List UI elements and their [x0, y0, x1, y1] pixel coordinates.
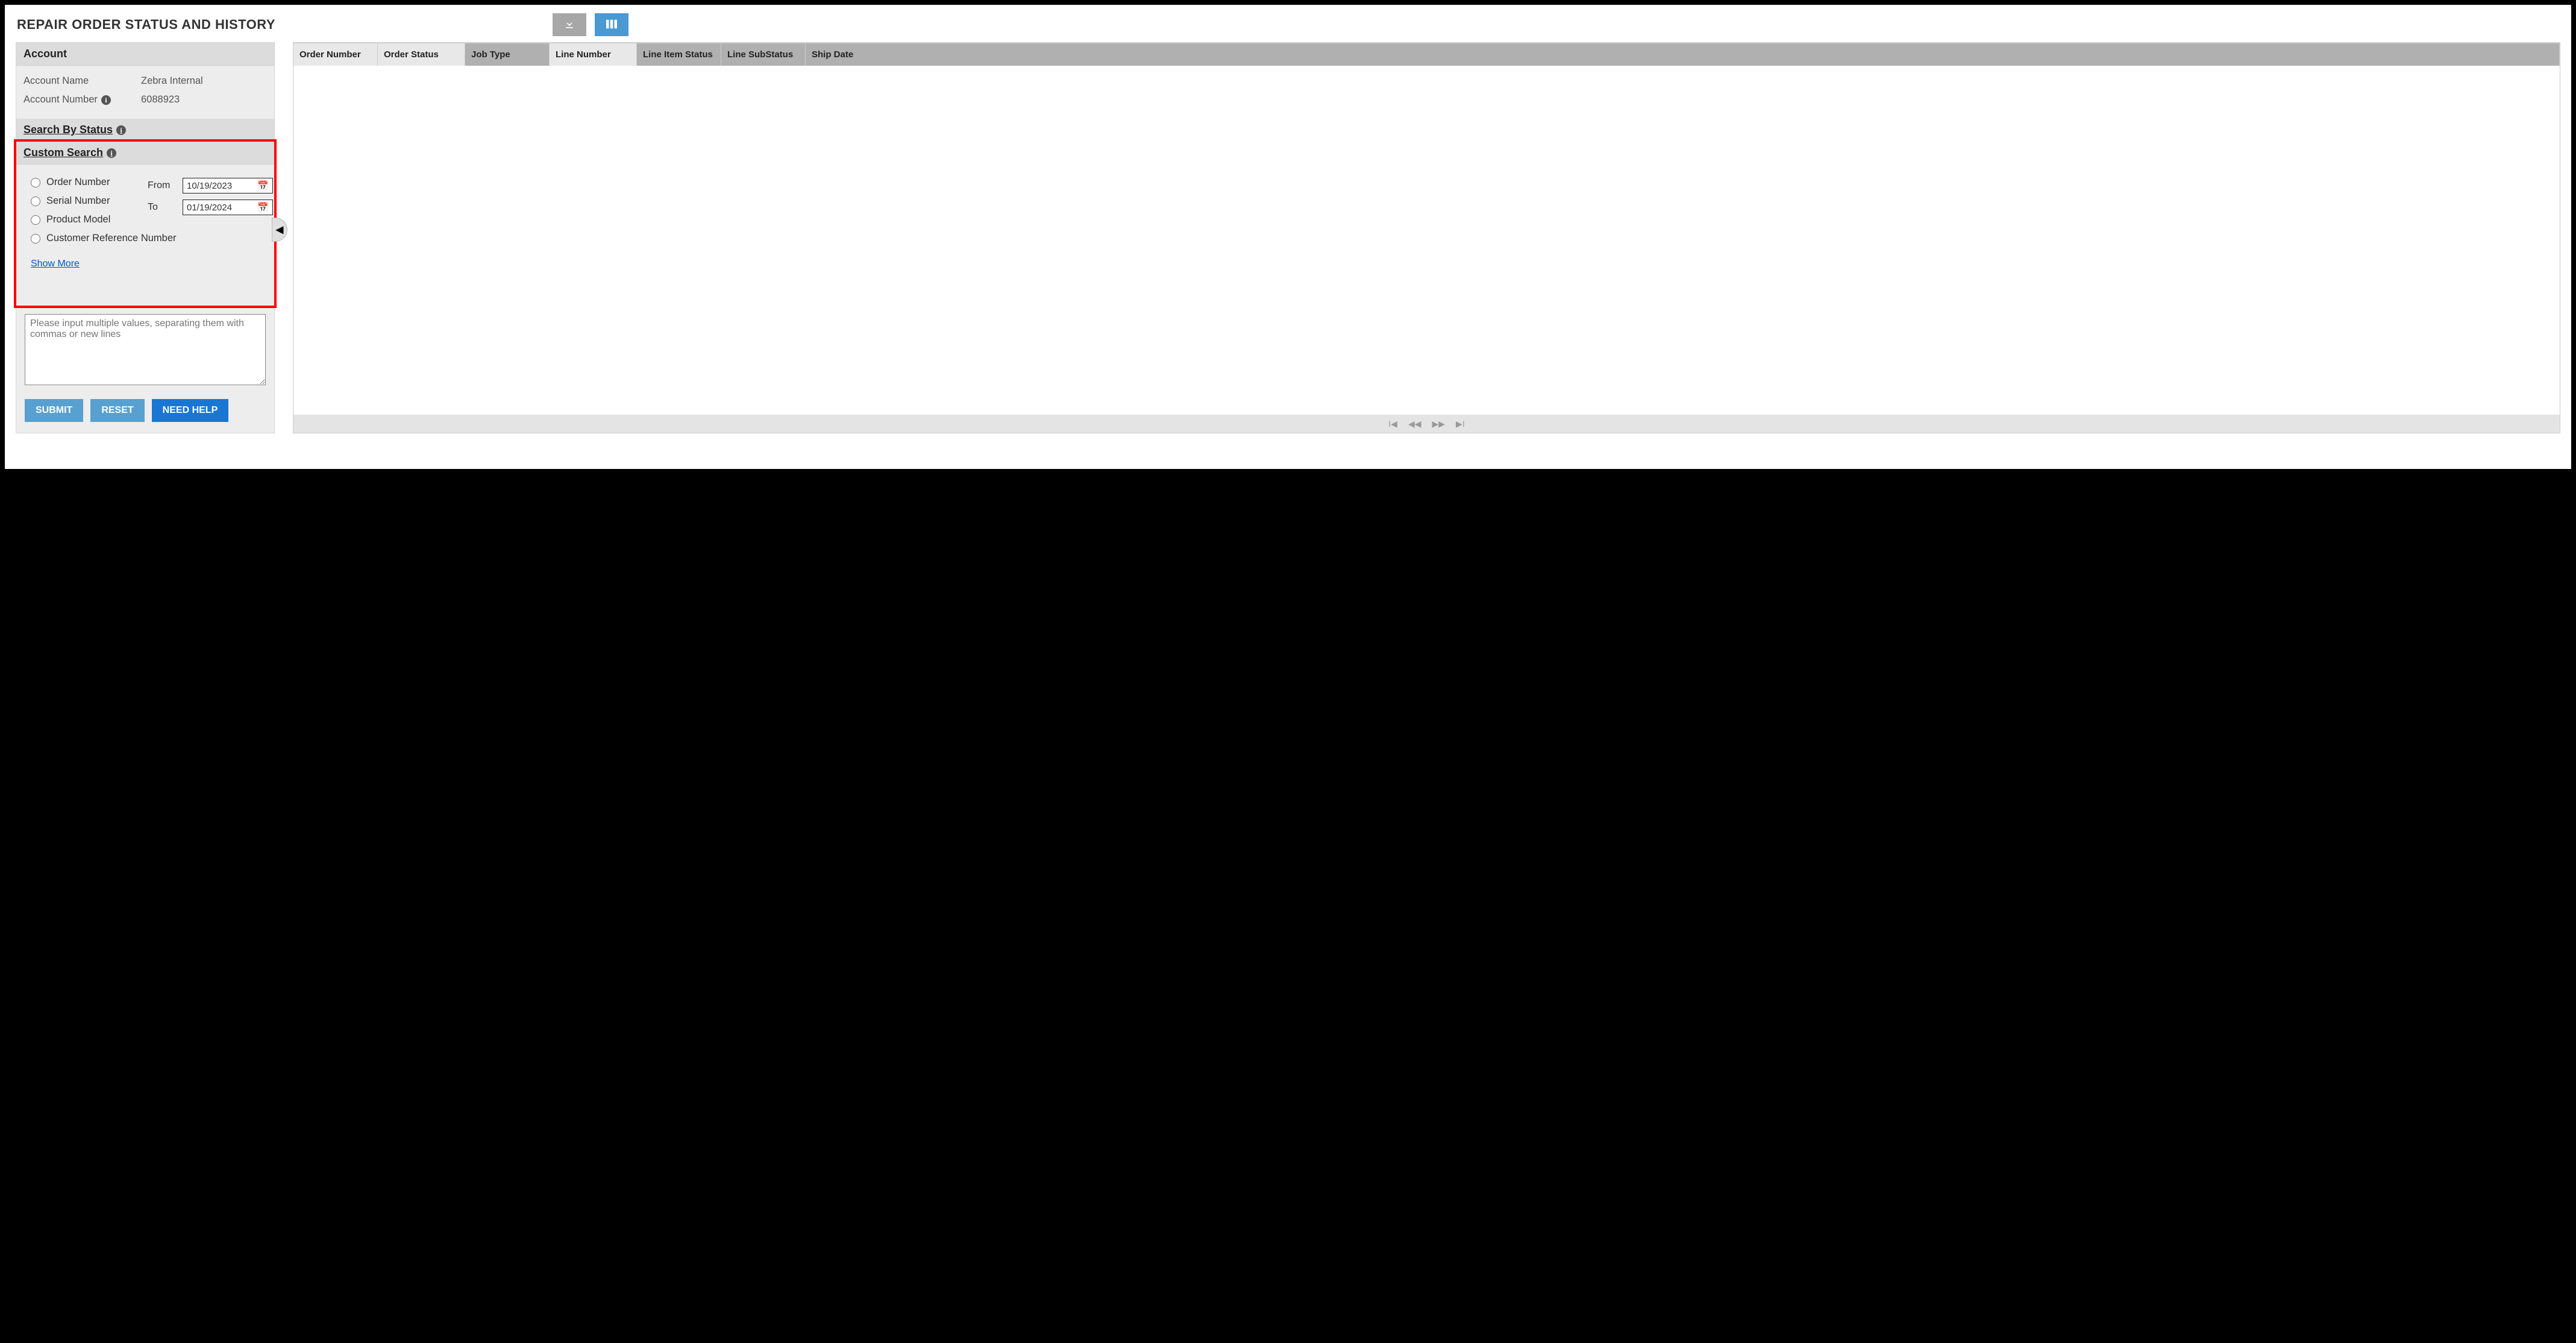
to-date-input[interactable]: 01/19/2024 📅 — [183, 200, 273, 215]
search-by-status-label: Search By Status — [24, 124, 113, 136]
multivalue-textarea[interactable] — [25, 314, 266, 385]
th-ship-date[interactable]: Ship Date — [806, 43, 2560, 66]
custom-search-highlight: Custom Search i Order Number Serial Numb… — [14, 139, 277, 308]
date-range: From 10/19/2023 📅 To 01/19/2024 📅 — [148, 178, 273, 215]
th-line-number[interactable]: Line Number — [550, 43, 637, 66]
account-number-row: Account Number i 6088923 — [24, 90, 267, 109]
account-name-value: Zebra Internal — [141, 75, 203, 87]
account-name-label: Account Name — [24, 75, 141, 87]
custom-search-body: Order Number Serial Number Product Model — [16, 165, 274, 306]
reset-button[interactable]: RESET — [90, 399, 144, 422]
columns-button[interactable] — [595, 13, 628, 36]
search-by-status-header[interactable]: Search By Status i — [16, 119, 274, 142]
pager-last[interactable]: ▶I — [1456, 419, 1465, 429]
info-icon[interactable]: i — [116, 125, 126, 135]
custom-search-header[interactable]: Custom Search i — [16, 142, 274, 165]
download-icon — [563, 18, 575, 32]
page-title: REPAIR ORDER STATUS AND HISTORY — [17, 17, 275, 33]
button-row: SUBMIT RESET NEED HELP — [16, 397, 274, 433]
calendar-icon: 📅 — [257, 202, 269, 213]
sidebar-collapse-handle[interactable]: ◀ — [272, 218, 287, 242]
from-date-input[interactable]: 10/19/2023 📅 — [183, 178, 273, 193]
to-date-row: To 01/19/2024 📅 — [148, 200, 273, 215]
account-header-label: Account — [24, 48, 67, 60]
table-header-row: Order Number Order Status Job Type Line … — [293, 43, 2560, 66]
info-icon[interactable]: i — [101, 95, 111, 105]
th-line-substatus[interactable]: Line SubStatus — [721, 43, 806, 66]
calendar-icon: 📅 — [257, 180, 269, 191]
radio-product-model-input[interactable] — [31, 215, 40, 225]
th-job-type[interactable]: Job Type — [465, 43, 550, 66]
radio-order-number-input[interactable] — [31, 178, 40, 187]
info-icon[interactable]: i — [107, 148, 116, 158]
th-order-status[interactable]: Order Status — [378, 43, 465, 66]
multivalue-wrap — [16, 306, 274, 397]
radio-serial-number-input[interactable] — [31, 197, 40, 206]
to-label: To — [148, 202, 174, 213]
radio-product-model[interactable]: Product Model — [31, 214, 263, 225]
header-buttons — [553, 13, 628, 36]
need-help-button[interactable]: NEED HELP — [152, 399, 229, 422]
main-area: Order Number Order Status Job Type Line … — [293, 42, 2560, 433]
from-date-row: From 10/19/2023 📅 — [148, 178, 273, 193]
download-button[interactable] — [553, 13, 586, 36]
pager-prev[interactable]: ◀◀ — [1408, 419, 1421, 429]
chevron-left-icon: ◀ — [276, 224, 283, 236]
pager: I◀ ◀◀ ▶▶ ▶I — [293, 415, 2560, 433]
radio-customer-ref[interactable]: Customer Reference Number — [31, 233, 263, 244]
th-order-number[interactable]: Order Number — [293, 43, 378, 66]
header-bar: REPAIR ORDER STATUS AND HISTORY — [5, 5, 2571, 42]
th-line-item-status[interactable]: Line Item Status — [637, 43, 721, 66]
columns-icon — [605, 19, 618, 31]
account-number-label: Account Number i — [24, 94, 141, 105]
account-name-row: Account Name Zebra Internal — [24, 72, 267, 90]
content-row: Account Account Name Zebra Internal Acco… — [5, 42, 2571, 433]
submit-button[interactable]: SUBMIT — [25, 399, 83, 422]
radio-customer-ref-input[interactable] — [31, 234, 40, 244]
table-body — [293, 66, 2560, 415]
pager-next[interactable]: ▶▶ — [1432, 419, 1446, 429]
app-window: REPAIR ORDER STATUS AND HISTORY Account — [5, 5, 2571, 469]
show-more-link[interactable]: Show More — [31, 259, 263, 269]
from-label: From — [148, 180, 174, 191]
pager-first[interactable]: I◀ — [1388, 419, 1397, 429]
results-table: Order Number Order Status Job Type Line … — [293, 42, 2560, 433]
account-header: Account — [16, 43, 274, 66]
custom-search-label: Custom Search — [24, 146, 103, 159]
account-number-value: 6088923 — [141, 94, 180, 105]
sidebar: Account Account Name Zebra Internal Acco… — [16, 42, 275, 433]
account-body: Account Name Zebra Internal Account Numb… — [16, 66, 274, 119]
